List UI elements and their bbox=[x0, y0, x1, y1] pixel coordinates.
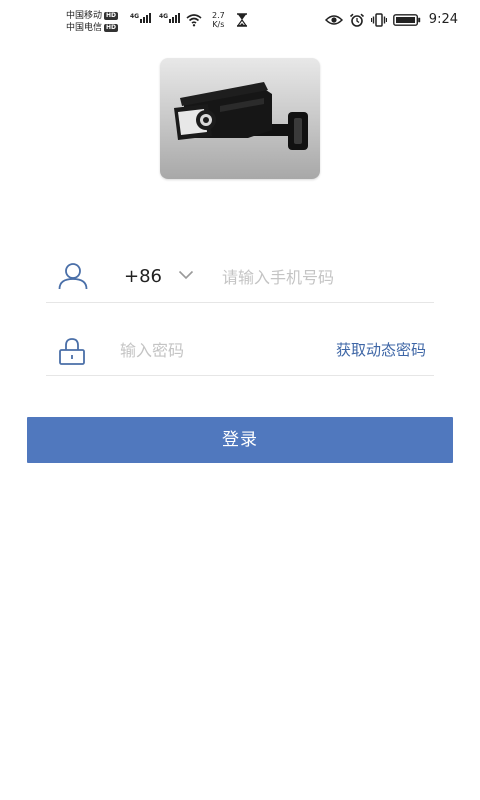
phone-input[interactable] bbox=[222, 264, 422, 290]
login-screen: 中国移动 HD 中国电信 HD 4G 4G 2.7 K/s 9:24 +86 请… bbox=[0, 0, 480, 800]
carrier-1-name: 中国移动 bbox=[66, 11, 103, 21]
net-speed: 2.7 K/s bbox=[212, 11, 225, 29]
chevron-down-icon[interactable] bbox=[178, 270, 194, 280]
status-icons-right: 9:24 bbox=[324, 12, 458, 27]
password-input[interactable] bbox=[120, 337, 300, 363]
net-speed-value: 2.7 bbox=[212, 11, 225, 20]
carrier-line-1: 中国移动 HD bbox=[66, 10, 119, 22]
eye-icon bbox=[324, 14, 343, 25]
network-type-1: 4G bbox=[130, 13, 140, 20]
lock-icon bbox=[59, 338, 85, 365]
signal-1: 4G bbox=[130, 13, 152, 23]
hd-badge-2: HD bbox=[104, 24, 119, 32]
carrier-info: 中国移动 HD 中国电信 HD bbox=[66, 10, 119, 34]
net-speed-unit: K/s bbox=[212, 20, 225, 29]
signal-bars-2-icon bbox=[169, 13, 181, 23]
hd-badge-1: HD bbox=[104, 12, 119, 20]
user-icon bbox=[58, 263, 88, 290]
network-type-2: 4G bbox=[159, 13, 169, 20]
signal-2: 4G bbox=[159, 13, 181, 23]
security-camera-icon bbox=[174, 82, 308, 150]
get-dynamic-password-link[interactable]: 获取动态密码 bbox=[336, 339, 426, 361]
carrier-line-2: 中国电信 HD bbox=[66, 22, 119, 34]
alarm-icon bbox=[349, 13, 364, 27]
password-row: 获取动态密码 bbox=[46, 325, 434, 376]
login-button[interactable]: 登录 bbox=[27, 417, 453, 463]
vibrate-icon bbox=[370, 12, 387, 27]
phone-row: +86 bbox=[46, 252, 434, 303]
wifi-icon bbox=[186, 14, 202, 27]
signal-bars-1-icon bbox=[140, 13, 152, 23]
app-logo bbox=[160, 58, 320, 179]
clock-time: 9:24 bbox=[428, 12, 458, 27]
status-bar: 中国移动 HD 中国电信 HD 4G 4G 2.7 K/s 9:24 bbox=[0, 0, 480, 40]
country-code[interactable]: +86 bbox=[124, 266, 162, 288]
carrier-2-name: 中国电信 bbox=[66, 23, 103, 33]
hourglass-icon bbox=[236, 13, 248, 27]
battery-icon bbox=[392, 13, 420, 26]
